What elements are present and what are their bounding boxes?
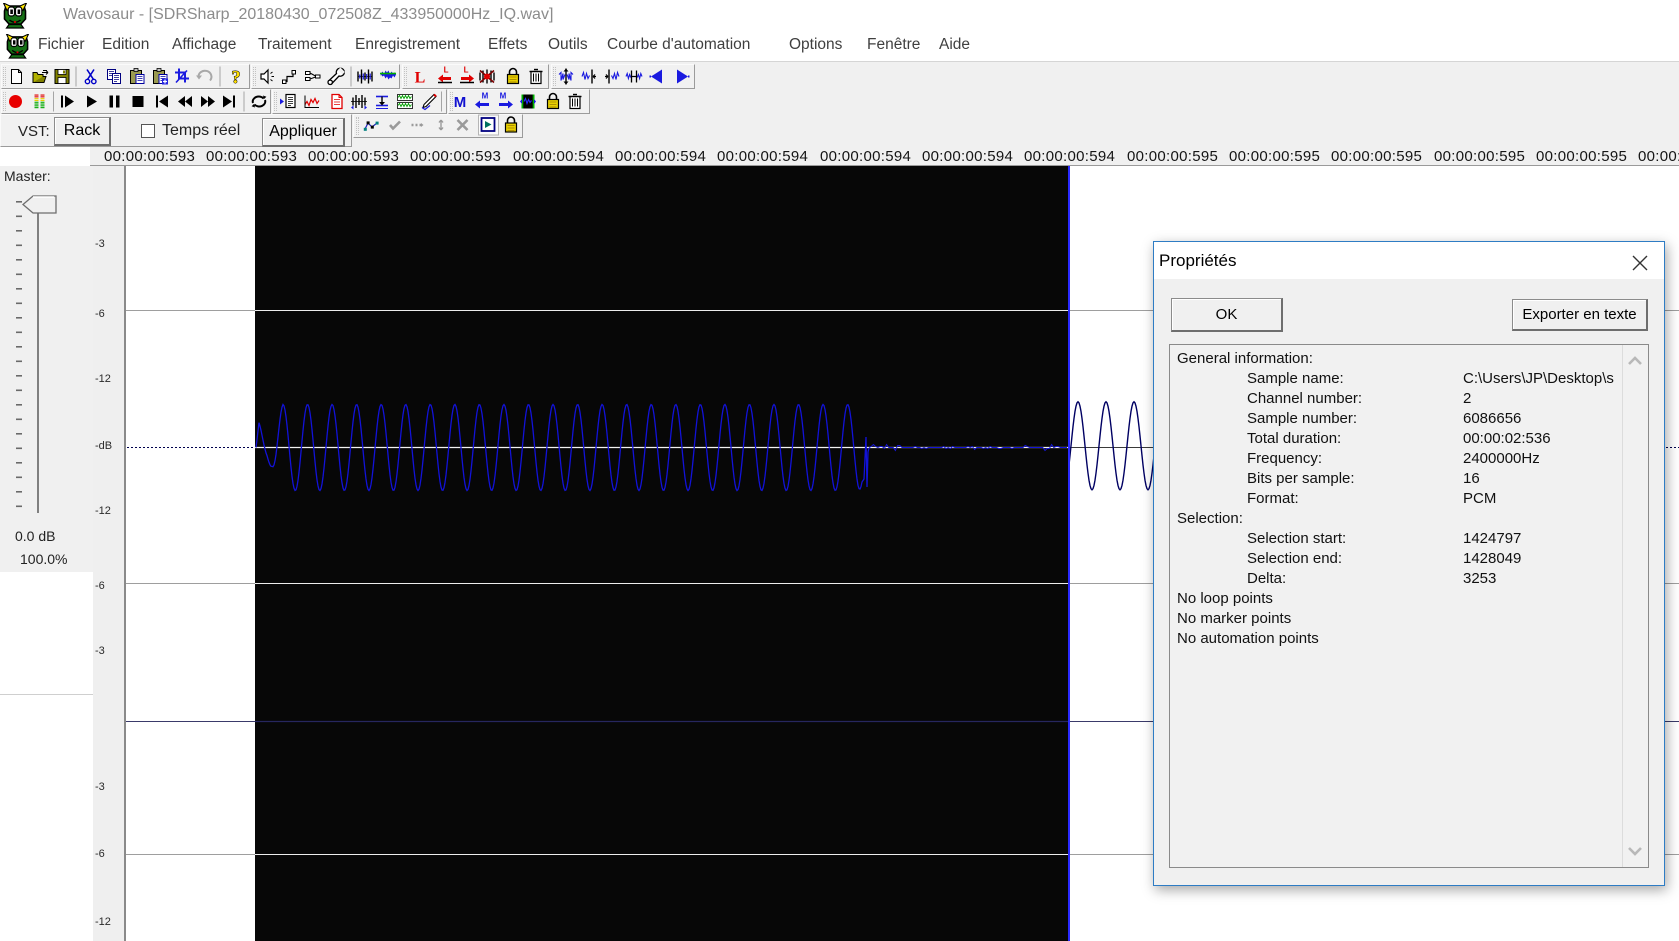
svg-text:L: L — [464, 66, 469, 75]
svg-text:?: ? — [232, 67, 241, 87]
svg-text:L: L — [444, 66, 449, 75]
svg-text:L: L — [415, 70, 426, 87]
svg-text:M: M — [454, 94, 467, 111]
svg-text:M: M — [482, 92, 489, 101]
svg-text:M: M — [500, 92, 507, 101]
